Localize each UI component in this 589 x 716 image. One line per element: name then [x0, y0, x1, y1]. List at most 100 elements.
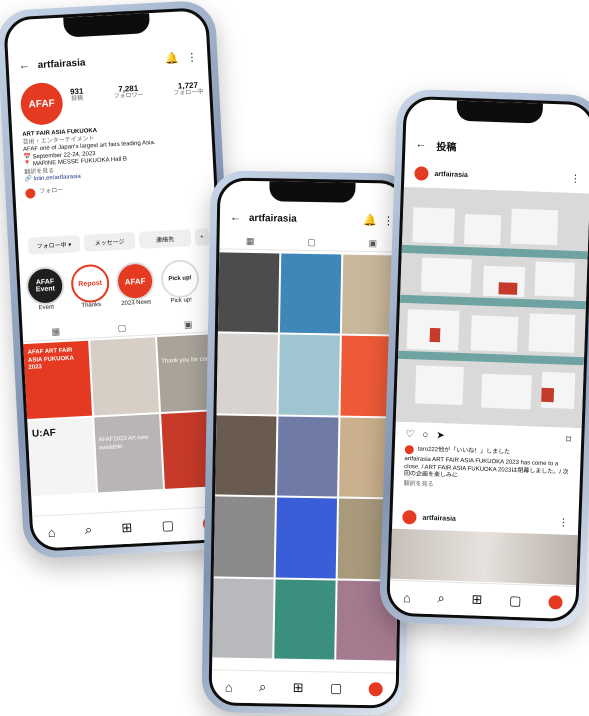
next-author-username[interactable]: artfairasia [422, 514, 456, 522]
post-tile[interactable] [216, 333, 278, 415]
gallery-photo [395, 186, 589, 429]
post-tile-text: AFAF2023 Art now available [98, 434, 149, 451]
reels-tab-icon[interactable]: ▢ [117, 322, 126, 333]
post-tile[interactable] [215, 415, 277, 496]
back-arrow-icon[interactable]: ← [230, 212, 241, 224]
highlight-news[interactable]: AFAF 2023 News [115, 261, 156, 308]
post-tile[interactable] [213, 496, 276, 578]
bottom-nav: ⌂ ⌕ ⊞ ▢ [32, 505, 233, 549]
highlight-news-circle: AFAF [115, 261, 156, 302]
post-author-row: artfairasia ⋮ [404, 163, 589, 189]
post-tile-text: U:AF [31, 427, 57, 440]
reels-tab-icon[interactable]: ▢ [307, 236, 316, 247]
post-tile[interactable] [217, 252, 280, 333]
author-username[interactable]: artfairasia [434, 170, 468, 178]
home-icon[interactable]: ⌂ [403, 590, 411, 605]
stat-followers[interactable]: 7,281 フォロワー [113, 84, 144, 102]
profile-username: artfairasia [37, 56, 86, 71]
highlight-pickup[interactable]: Pick up! Pick up! [160, 258, 201, 306]
create-icon[interactable]: ⊞ [293, 680, 304, 696]
follow-button[interactable]: フォロー中 ▾ [27, 235, 81, 255]
share-icon[interactable]: ➤ [436, 430, 445, 441]
author-avatar[interactable] [414, 166, 429, 181]
post-tile[interactable] [277, 416, 339, 497]
home-icon[interactable]: ⌂ [47, 524, 56, 539]
profile-actions: フォロー中 ▾ メッセージ 連絡先 + [27, 228, 210, 255]
post-tile[interactable] [90, 337, 159, 416]
bookmark-icon[interactable]: ⌑ [566, 434, 572, 445]
bottom-nav: ⌂ ⌕ ⊞ ▢ [389, 579, 577, 620]
tagged-tab-icon[interactable]: ▣ [184, 319, 193, 330]
comment-icon[interactable]: ○ [422, 429, 428, 440]
middle-tabs: ▦ ▢ ▣ [219, 232, 404, 253]
message-button[interactable]: メッセージ [83, 232, 136, 252]
highlight-event[interactable]: AFAF Event Event [25, 265, 66, 313]
post-tile[interactable] [275, 497, 338, 579]
caption-text: artfairasia ART FAIR ASIA FUKUOKA 2023 h… [403, 456, 569, 479]
highlight-pickup-circle: Pick up! [160, 258, 201, 299]
post-tile-text: AFAF ART FAIR ASIA FUKUOKA 2023 [27, 347, 74, 371]
post-tile[interactable] [278, 334, 340, 416]
profile-stats: 931 投稿 7,281 フォロワー 1,727 フォロー中 [70, 80, 204, 103]
reels-icon[interactable]: ▢ [161, 517, 174, 534]
search-icon[interactable]: ⌕ [259, 679, 267, 695]
profile-nav-icon[interactable] [547, 595, 563, 610]
story-highlights: AFAF Event Event Repost Thanks AFAF 2023… [25, 258, 218, 313]
highlight-pickup-label: Pick up! [170, 297, 193, 305]
bell-icon[interactable]: 🔔 [164, 51, 178, 65]
profile-header: ← artfairasia 🔔 ⋮ [8, 46, 208, 76]
create-icon[interactable]: ⊞ [121, 520, 133, 537]
stat-following-label: フォロー中 [173, 89, 204, 97]
contact-button[interactable]: 連絡先 [138, 229, 192, 249]
highlight-thanks[interactable]: Repost Thanks [70, 263, 111, 311]
post-tile[interactable]: AFAF2023 Art now available [94, 414, 164, 493]
stat-posts[interactable]: 931 投稿 [70, 87, 84, 104]
camera-notch [269, 181, 356, 203]
liker-avatar [404, 445, 414, 455]
middle-post-grid [212, 252, 404, 661]
post-grid: AFAF ART FAIR ASIA FUKUOKA 2023 Thank yo… [23, 333, 230, 496]
back-arrow-icon[interactable]: ← [415, 138, 426, 150]
post-tile[interactable] [212, 577, 274, 659]
stat-followers-label: フォロワー [113, 92, 144, 101]
search-icon[interactable]: ⌕ [84, 522, 92, 538]
like-text: taro222他が「いいね！」しました [417, 446, 511, 456]
next-author-avatar[interactable] [402, 510, 417, 525]
right-phone: ← 投稿 artfairasia ⋮ ♡ ○ ➤ ⌑ taro222他が「いいね… [378, 88, 589, 630]
post-tile[interactable] [279, 253, 342, 334]
bell-icon[interactable]: 🔔 [363, 213, 377, 226]
camera-notch [62, 13, 150, 38]
create-icon[interactable]: ⊞ [471, 591, 482, 607]
grid-tab-icon[interactable]: ▦ [246, 235, 255, 246]
stat-following[interactable]: 1,727 フォロー中 [173, 80, 204, 98]
profile-screen: ← artfairasia 🔔 ⋮ AFAF 931 投稿 7,281 フォロワ… [3, 7, 236, 552]
more-icon[interactable]: ⋮ [570, 173, 580, 184]
middle-phone: ← artfairasia 🔔 ⋮ ▦ ▢ ▣ ⌂ ⌕ ⊞ ▢ [201, 170, 415, 716]
highlight-thanks-label: Thanks [81, 301, 102, 310]
next-post-image[interactable] [390, 528, 578, 586]
avatar-text: AFAF [28, 97, 56, 111]
profile-nav-icon[interactable] [368, 682, 383, 697]
post-tile[interactable]: AFAF ART FAIR ASIA FUKUOKA 2023 [23, 340, 93, 420]
highlight-thanks-circle: Repost [70, 263, 111, 304]
post-tile[interactable]: U:AF [27, 417, 97, 496]
back-arrow-icon[interactable]: ← [18, 59, 30, 72]
middle-header: ← artfairasia 🔔 ⋮ [220, 208, 404, 229]
reels-icon[interactable]: ▢ [330, 680, 343, 696]
stat-posts-label: 投稿 [71, 95, 84, 103]
heart-icon[interactable]: ♡ [405, 429, 414, 440]
highlight-event-circle: AFAF Event [25, 265, 66, 306]
profile-avatar[interactable]: AFAF [19, 81, 64, 126]
post-image[interactable] [395, 186, 589, 429]
highlight-event-label: Event [38, 304, 55, 312]
post-title: 投稿 [436, 141, 457, 154]
home-icon[interactable]: ⌂ [225, 679, 233, 694]
add-person-icon[interactable]: + [194, 228, 210, 246]
grid-tab-icon[interactable]: ▦ [51, 326, 60, 337]
more-icon[interactable]: ⋮ [558, 517, 568, 528]
search-icon[interactable]: ⌕ [437, 590, 445, 606]
more-icon[interactable]: ⋮ [186, 50, 198, 64]
reels-icon[interactable]: ▢ [509, 593, 522, 609]
post-tile[interactable] [274, 579, 336, 660]
tagged-tab-icon[interactable]: ▣ [368, 238, 377, 249]
